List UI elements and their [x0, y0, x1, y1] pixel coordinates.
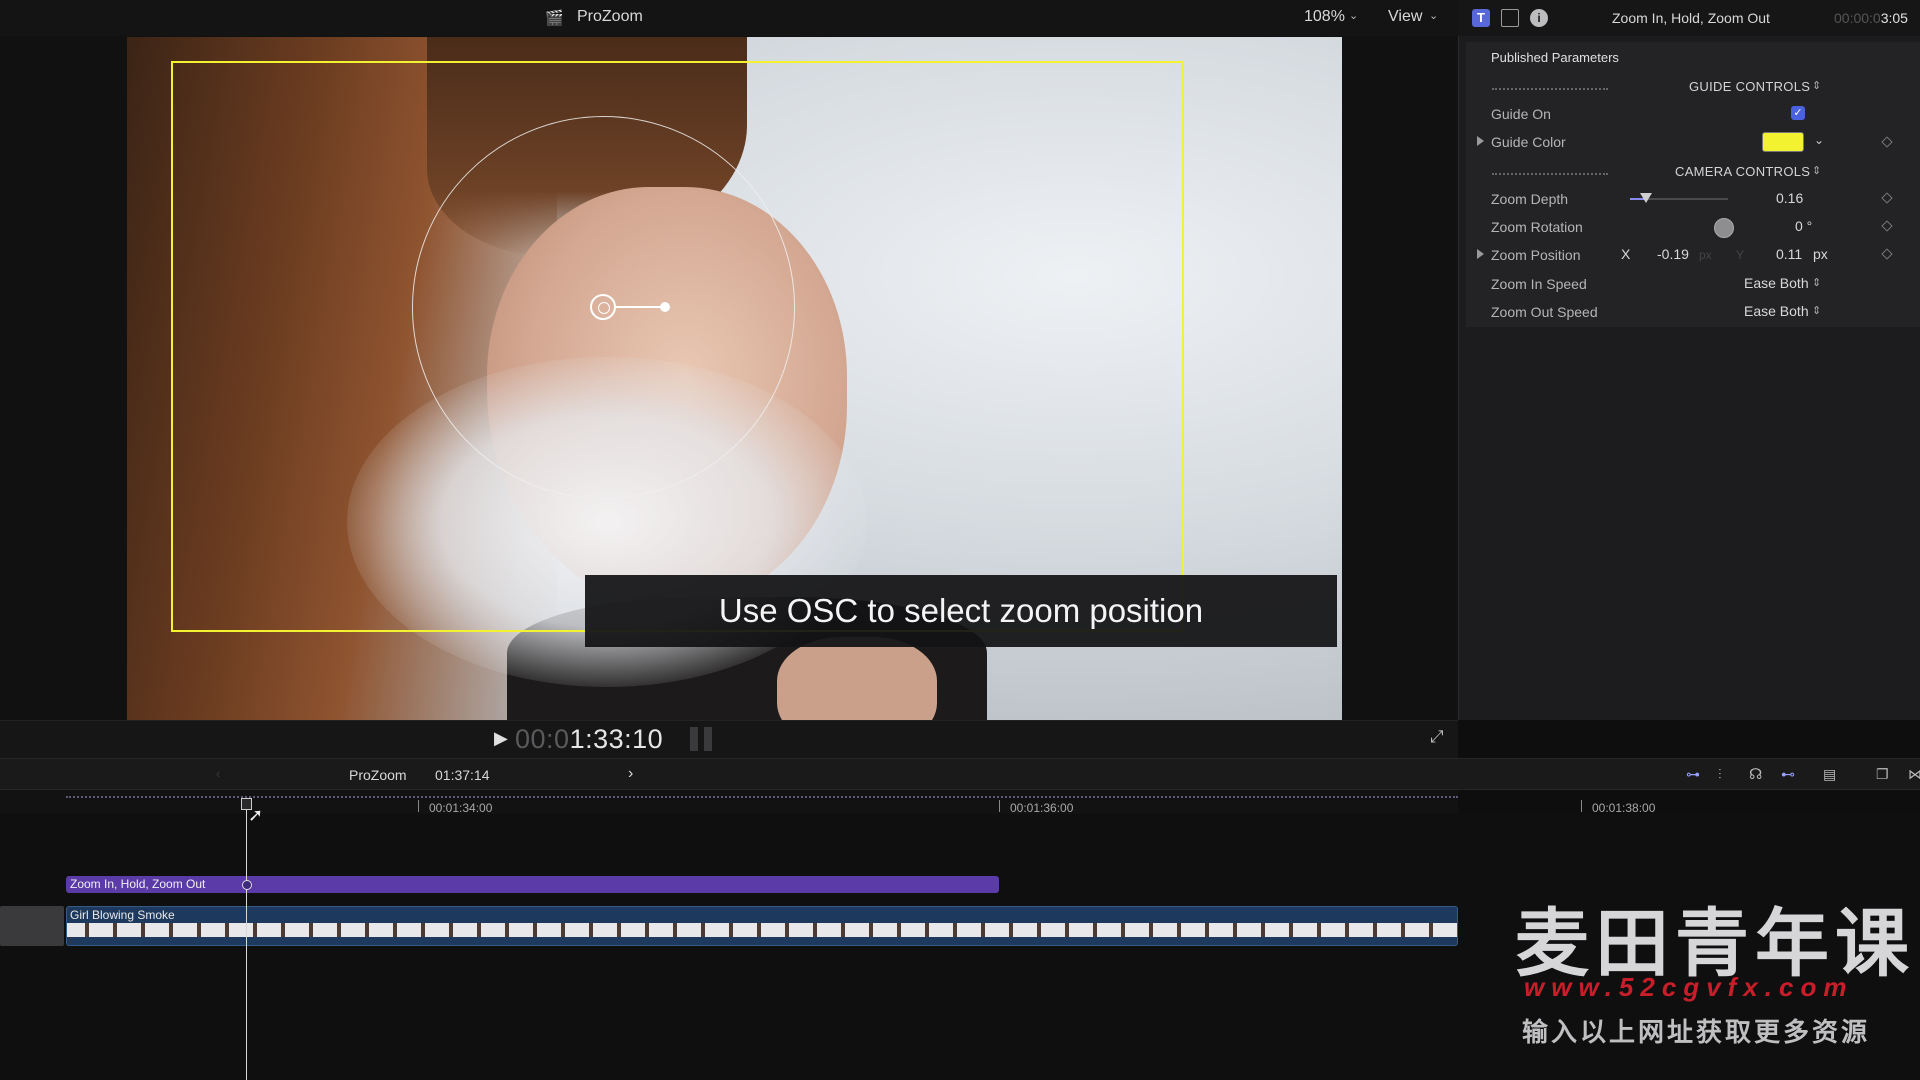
zoom-depth-knob[interactable]: [1639, 193, 1652, 203]
zoom-position-y-unit: px: [1813, 246, 1828, 262]
previous-clip[interactable]: [0, 906, 64, 946]
divider: [1492, 88, 1608, 90]
ruler-tick: [1581, 800, 1582, 812]
transport-bar: [0, 720, 1458, 758]
zoom-position-y-label: Y: [1736, 248, 1745, 262]
timecode-dim: 00:0: [515, 724, 570, 754]
ruler-tick: [418, 800, 419, 812]
zoom-in-speed-label: Zoom In Speed: [1491, 276, 1587, 292]
chevron-down-icon[interactable]: ⌄: [1429, 9, 1438, 22]
snapping-icon[interactable]: ⊷: [1781, 766, 1795, 783]
zoom-level-menu[interactable]: 108%: [1304, 8, 1345, 26]
zoom-position-x-unit: px: [1699, 248, 1712, 262]
video-inspector-icon[interactable]: [1501, 9, 1519, 27]
project-duration: 01:37:14: [435, 767, 490, 783]
transitions-icon[interactable]: ⋈: [1908, 766, 1920, 783]
zoom-rotation-label: Zoom Rotation: [1491, 219, 1583, 235]
osc-center-handle[interactable]: [590, 294, 616, 320]
chevron-down-icon[interactable]: ⌄: [1349, 9, 1358, 22]
project-name: ProZoom: [349, 767, 407, 783]
title-clip[interactable]: [66, 876, 999, 893]
video-content: [777, 637, 937, 720]
timecode-display[interactable]: 00:01:33:10: [515, 724, 663, 755]
ruler-label: 00:01:38:00: [1592, 801, 1656, 815]
camera-controls-menu[interactable]: CAMERA CONTROLS: [1675, 164, 1810, 179]
back-arrow-icon[interactable]: ‹: [216, 766, 220, 781]
zoom-position-label: Zoom Position: [1491, 247, 1581, 263]
disclosure-triangle-icon[interactable]: [1477, 136, 1484, 146]
ruler-tick: [999, 800, 1000, 812]
view-menu[interactable]: View: [1388, 8, 1422, 26]
inspector-header: T i Zoom In, Hold, Zoom Out 00:00:03:05: [1458, 0, 1920, 36]
watermark-note: 输入以上网址获取更多资源: [1522, 1017, 1871, 1047]
rotation-dial-icon[interactable]: [1714, 218, 1734, 238]
inspector-title: Zoom In, Hold, Zoom Out: [1612, 10, 1770, 26]
pause-meter-icon: [690, 727, 712, 751]
viewer-title: ProZoom: [577, 8, 643, 25]
zoom-position-y-value[interactable]: 0.11: [1776, 246, 1802, 262]
guide-on-checkbox[interactable]: ✓: [1791, 106, 1805, 120]
clapper-icon: 🎬: [545, 10, 564, 27]
updown-icon[interactable]: ⇕: [1812, 79, 1821, 92]
video-clip-label: Girl Blowing Smoke: [70, 908, 175, 922]
mouse-cursor-icon: ➚: [248, 805, 264, 825]
chevron-down-icon[interactable]: ⌄: [1814, 133, 1824, 147]
timeline-toolbar: ‹ ProZoom 01:37:14 › ⊶ ⫶ ☊ ⊷ ▤ ❐ ⋈: [0, 758, 1920, 790]
zoom-depth-slider[interactable]: [1630, 193, 1728, 203]
viewer-header: 🎬 ProZoom 108% ⌄ View ⌄: [0, 0, 1458, 36]
play-icon[interactable]: ▶: [494, 728, 508, 749]
skimming-icon[interactable]: ⊶: [1686, 766, 1700, 783]
timecode-value: 1:33:10: [569, 724, 664, 754]
updown-icon[interactable]: ⇕: [1812, 304, 1821, 317]
effects-browser-icon[interactable]: ❐: [1876, 766, 1889, 783]
duration-value: 3:05: [1880, 10, 1908, 26]
guide-color-swatch[interactable]: [1762, 132, 1804, 152]
clip-appearance-icon[interactable]: ▤: [1823, 766, 1836, 783]
audio-skimming-icon[interactable]: ⫶: [1718, 766, 1722, 783]
info-icon[interactable]: i: [1530, 9, 1548, 27]
updown-icon[interactable]: ⇕: [1812, 164, 1821, 177]
zoom-in-speed-menu[interactable]: Ease Both: [1744, 275, 1809, 291]
divider: [1492, 173, 1608, 175]
guide-color-label: Guide Color: [1491, 134, 1566, 150]
fullscreen-icon[interactable]: ⤢: [1430, 727, 1444, 747]
timeline-ruler[interactable]: [0, 790, 1458, 814]
zoom-position-x-label: X: [1621, 246, 1631, 262]
playhead[interactable]: [246, 800, 247, 1080]
osc-rotation-handle[interactable]: [660, 302, 670, 312]
caption-text: Use OSC to select zoom position: [718, 592, 1204, 629]
headphones-icon[interactable]: ☊: [1749, 765, 1762, 783]
forward-arrow-icon[interactable]: ›: [628, 765, 633, 783]
watermark-url: www.52cgvfx.com: [1524, 972, 1854, 1002]
video-filmstrip: [67, 923, 1457, 937]
ruler-range-line: [66, 796, 1458, 798]
osc-rotation-arm: [616, 306, 664, 308]
updown-icon[interactable]: ⇕: [1812, 276, 1821, 289]
disclosure-triangle-icon[interactable]: [1477, 249, 1484, 259]
caption-box: Use OSC to select zoom position: [585, 575, 1337, 647]
zoom-position-x-value[interactable]: -0.19: [1657, 246, 1689, 262]
guide-on-label: Guide On: [1491, 106, 1551, 122]
clip-marker[interactable]: [242, 880, 252, 890]
text-inspector-icon[interactable]: T: [1472, 9, 1490, 27]
duration-dim: 00:00:0: [1834, 10, 1881, 26]
zoom-out-speed-label: Zoom Out Speed: [1491, 304, 1598, 320]
ruler-label: 00:01:36:00: [1010, 801, 1074, 815]
guide-controls-menu[interactable]: GUIDE CONTROLS: [1689, 79, 1810, 94]
zoom-depth-value[interactable]: 0.16: [1776, 190, 1803, 206]
ruler-label: 00:01:34:00: [429, 801, 493, 815]
zoom-out-speed-menu[interactable]: Ease Both: [1744, 303, 1809, 319]
section-title: Published Parameters: [1491, 50, 1619, 65]
zoom-rotation-value[interactable]: 0 °: [1795, 218, 1812, 234]
inspector-duration: 00:00:03:05: [1834, 10, 1908, 26]
zoom-depth-label: Zoom Depth: [1491, 191, 1569, 207]
title-clip-label: Zoom In, Hold, Zoom Out: [70, 877, 206, 891]
